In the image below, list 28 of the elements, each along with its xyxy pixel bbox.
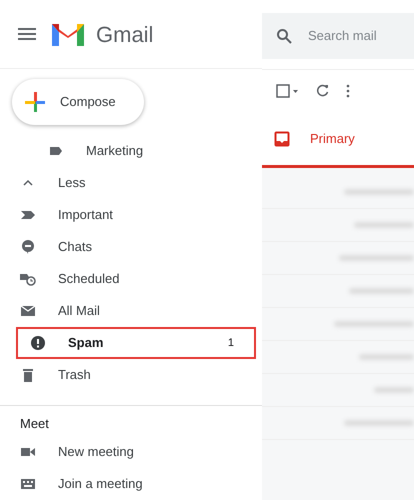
envelope-icon [20, 303, 36, 319]
warning-icon [30, 335, 46, 351]
refresh-icon[interactable] [316, 84, 330, 98]
app-name: Gmail [96, 20, 154, 48]
scheduled-icon [20, 271, 36, 287]
nav-item[interactable]: Scheduled [0, 263, 256, 295]
nav-item[interactable]: Marketing [28, 135, 256, 167]
search-field[interactable]: Search mail [262, 12, 414, 58]
chat-bubble-icon [20, 239, 36, 255]
plus-icon [24, 91, 46, 113]
nav-item[interactable]: All Mail [0, 295, 256, 327]
menu-icon[interactable] [18, 27, 36, 41]
more-icon[interactable] [346, 84, 350, 98]
nav-item[interactable]: Important [0, 199, 256, 231]
section-heading: Meet [19, 415, 50, 433]
keyboard-icon [20, 476, 36, 492]
inbox-icon [274, 130, 290, 146]
nav-item[interactable]: Less [0, 167, 256, 199]
nav-item[interactable]: Chats [0, 231, 256, 263]
compose-button[interactable]: Compose [12, 79, 144, 125]
search-icon [276, 28, 292, 44]
nav-item[interactable]: Trash [0, 359, 256, 391]
meet-item[interactable]: Join a meeting [0, 468, 262, 500]
meet-item[interactable]: New meeting [0, 436, 262, 468]
nav-item[interactable]: Spam 1 [16, 327, 256, 359]
trash-icon [20, 367, 36, 383]
checkbox-icon[interactable] [276, 84, 300, 98]
unread-count: 1 [228, 336, 234, 351]
